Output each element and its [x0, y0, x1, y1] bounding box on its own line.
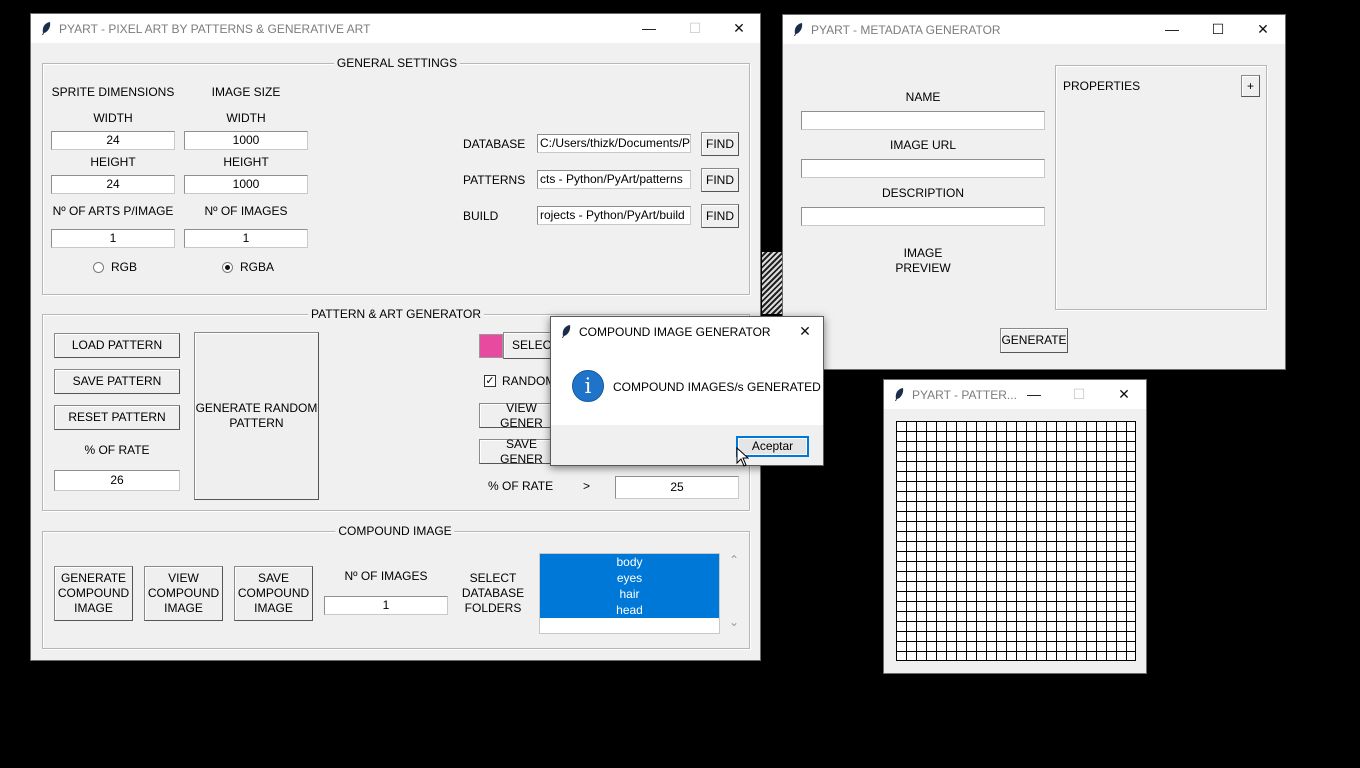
add-property-button[interactable]: + [1241, 75, 1260, 97]
folder-item-head[interactable]: head [540, 602, 719, 618]
properties-label: PROPERTIES [1063, 79, 1141, 93]
pattern-titlebar[interactable]: PYART - PATTER... — ☐ ✕ [884, 380, 1146, 409]
minimize-button[interactable]: — [1011, 380, 1057, 409]
image-size-label: IMAGE SIZE [211, 85, 281, 99]
close-button[interactable]: ✕ [716, 14, 762, 43]
feather-app-icon [562, 325, 571, 338]
compound-num-images-label: Nº OF IMAGES [344, 569, 428, 583]
dialog-message: COMPOUND IMAGES/s GENERATED [613, 380, 821, 394]
view-generated-button[interactable]: VIEW GENER [479, 401, 559, 430]
sprite-width-label: WIDTH [93, 111, 133, 125]
color-swatch[interactable] [479, 334, 503, 358]
sprite-dimensions-label: SPRITE DIMENSIONS [51, 85, 175, 99]
metadata-window: PYART - METADATA GENERATOR — ☐ ✕ NAME IM… [782, 14, 1286, 370]
greater-than-symbol: > [583, 479, 591, 493]
image-url-label: IMAGE URL [889, 138, 956, 152]
dialog-titlebar[interactable]: COMPOUND IMAGE GENERATOR ✕ [551, 317, 823, 346]
info-icon: i [572, 370, 604, 402]
pattern-pixel-grid[interactable] [896, 421, 1136, 661]
folders-scrollbar[interactable]: ⌃ ⌄ [727, 553, 743, 634]
save-generated-button[interactable]: SAVE GENER [479, 437, 559, 466]
folder-item-eyes[interactable]: eyes [540, 570, 719, 586]
metadata-window-title: PYART - METADATA GENERATOR [811, 23, 1001, 37]
feather-app-icon [42, 22, 51, 35]
scroll-up-arrow-icon[interactable]: ⌃ [729, 553, 739, 567]
metadata-generate-button[interactable]: GENERATE [1000, 328, 1068, 353]
image-height-label: HEIGHT [223, 155, 269, 169]
sprite-height-input[interactable]: 24 [51, 175, 175, 194]
arts-per-image-input[interactable]: 1 [51, 229, 175, 248]
sprite-height-label: HEIGHT [90, 155, 136, 169]
compound-image-legend: COMPOUND IMAGE [335, 524, 455, 538]
database-folders-listbox[interactable]: body eyes hair head [539, 553, 720, 634]
compound-num-images-input[interactable]: 1 [324, 596, 448, 615]
find-build-button[interactable]: FIND [701, 204, 739, 228]
image-height-input[interactable]: 1000 [184, 175, 308, 194]
rate-input[interactable]: 26 [54, 470, 180, 491]
save-pattern-button[interactable]: SAVE PATTERN [54, 369, 180, 394]
close-button[interactable]: ✕ [1240, 15, 1286, 44]
feather-app-icon [895, 388, 904, 401]
build-label: BUILD [463, 209, 499, 223]
folder-item-body[interactable]: body [540, 554, 719, 570]
minimize-button[interactable]: — [626, 14, 672, 43]
maximize-button[interactable]: ☐ [1056, 380, 1102, 409]
compound-image-dialog: COMPOUND IMAGE GENERATOR ✕ i COMPOUND IM… [550, 316, 824, 466]
find-database-button[interactable]: FIND [701, 132, 739, 156]
num-images-input[interactable]: 1 [184, 229, 308, 248]
rate-label: % OF RATE [84, 443, 150, 457]
database-path-input[interactable]: C:/Users/thizk/Documents/P [537, 134, 691, 153]
generate-random-pattern-button[interactable]: GENERATE RANDOM PATTERN [194, 332, 319, 500]
close-button[interactable]: ✕ [1101, 380, 1147, 409]
feather-app-icon [794, 23, 803, 36]
close-button[interactable]: ✕ [787, 317, 823, 346]
select-database-folders-label: SELECT DATABASE FOLDERS [461, 571, 525, 615]
arts-per-image-label: Nº OF ARTS P/IMAGE [52, 204, 174, 218]
image-width-label: WIDTH [226, 111, 266, 125]
mouse-cursor-icon [736, 447, 749, 467]
folder-item-hair[interactable]: hair [540, 586, 719, 602]
scroll-down-arrow-icon[interactable]: ⌄ [729, 615, 739, 629]
main-titlebar[interactable]: PYART - PIXEL ART BY PATTERNS & GENERATI… [31, 14, 760, 43]
generate-compound-image-button[interactable]: GENERATE COMPOUND IMAGE [54, 566, 133, 621]
view-compound-image-button[interactable]: VIEW COMPOUND IMAGE [144, 566, 223, 621]
metadata-titlebar[interactable]: PYART - METADATA GENERATOR — ☐ ✕ [783, 15, 1285, 44]
rate-input-2[interactable]: 25 [615, 476, 739, 499]
name-label: NAME [905, 90, 941, 104]
image-url-input[interactable] [801, 159, 1045, 178]
maximize-button[interactable]: ☐ [672, 14, 718, 43]
patterns-label: PATTERNS [463, 173, 526, 187]
description-input[interactable] [801, 207, 1045, 226]
rgb-radio[interactable] [93, 262, 104, 273]
general-settings-legend: GENERAL SETTINGS [333, 56, 461, 70]
pattern-generator-legend: PATTERN & ART GENERATOR [307, 307, 485, 321]
rgba-label: RGBA [240, 260, 275, 274]
image-preview-label: IMAGE PREVIEW [895, 246, 951, 275]
pattern-window: PYART - PATTER... — ☐ ✕ [883, 379, 1147, 674]
patterns-path-input[interactable]: cts - Python/PyArt/patterns [537, 170, 691, 189]
pattern-window-title: PYART - PATTER... [912, 388, 1017, 402]
find-patterns-button[interactable]: FIND [701, 168, 739, 192]
image-width-input[interactable]: 1000 [184, 131, 308, 150]
name-input[interactable] [801, 111, 1045, 130]
rate-label-2: % OF RATE [488, 479, 554, 493]
properties-panel [1055, 65, 1267, 310]
database-label: DATABASE [463, 137, 526, 151]
save-compound-image-button[interactable]: SAVE COMPOUND IMAGE [234, 566, 313, 621]
random-checkbox[interactable]: ✓ [484, 375, 496, 387]
minimize-button[interactable]: — [1149, 15, 1195, 44]
build-path-input[interactable]: rojects - Python/PyArt/build [537, 206, 691, 225]
load-pattern-button[interactable]: LOAD PATTERN [54, 333, 180, 358]
background-pattern-strip [762, 252, 782, 314]
main-window-title: PYART - PIXEL ART BY PATTERNS & GENERATI… [59, 22, 371, 36]
sprite-width-input[interactable]: 24 [51, 131, 175, 150]
rgba-radio[interactable] [222, 262, 233, 273]
rgb-label: RGB [111, 260, 138, 274]
reset-pattern-button[interactable]: RESET PATTERN [54, 405, 180, 430]
description-label: DESCRIPTION [881, 186, 964, 200]
dialog-title: COMPOUND IMAGE GENERATOR [579, 325, 771, 339]
num-images-label: Nº OF IMAGES [204, 204, 288, 218]
random-label: RANDOM [502, 374, 556, 388]
maximize-button[interactable]: ☐ [1195, 15, 1241, 44]
